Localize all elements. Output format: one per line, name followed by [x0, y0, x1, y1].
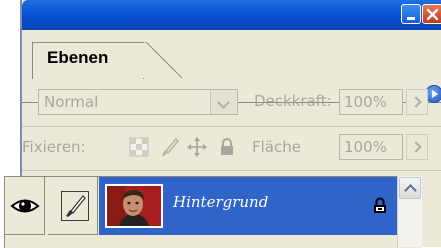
- tab-strip: Ebenen: [22, 30, 441, 103]
- fill-value: 100%: [344, 138, 387, 156]
- opacity-slider-button[interactable]: [406, 89, 428, 115]
- title-bar[interactable]: [22, 0, 441, 30]
- chevron-down-icon[interactable]: [210, 90, 237, 114]
- lock-label: Fixieren:: [22, 138, 86, 156]
- tab-ebenen[interactable]: Ebenen: [32, 42, 144, 79]
- blend-row: Normal Deckkraft: 100%: [22, 80, 441, 120]
- fill-label: Fläche: [252, 138, 301, 156]
- scroll-up-button[interactable]: [399, 177, 421, 199]
- paintbrush-icon: [66, 195, 86, 217]
- divider: [22, 170, 441, 171]
- visibility-toggle[interactable]: [5, 177, 45, 235]
- tab-slant-decoration: [142, 42, 182, 79]
- minimize-button[interactable]: [401, 4, 421, 24]
- blend-mode-value: Normal: [44, 93, 99, 111]
- eye-icon: [10, 199, 40, 213]
- divider: [22, 126, 441, 127]
- fill-slider-button[interactable]: [406, 134, 428, 160]
- layer-list: Hintergrund: [4, 176, 422, 248]
- layer-item-hintergrund[interactable]: Hintergrund: [99, 177, 397, 235]
- brush-icon: [61, 191, 89, 221]
- layer-list-scrollbar[interactable]: [397, 176, 422, 247]
- lock-position-icon[interactable]: [186, 136, 208, 158]
- layer-row[interactable]: Hintergrund: [5, 177, 397, 235]
- layer-link-cell[interactable]: [48, 177, 98, 235]
- tab-ebenen-label: Ebenen: [47, 48, 109, 67]
- opacity-label: Deckkraft:: [254, 92, 332, 110]
- close-button[interactable]: [422, 4, 441, 24]
- close-icon: [426, 8, 439, 21]
- lock-icon: [374, 197, 386, 213]
- layer-name: Hintergrund: [173, 193, 269, 211]
- portrait-thumbnail: [107, 186, 161, 226]
- opacity-value: 100%: [344, 93, 387, 111]
- lock-all-icon[interactable]: [216, 136, 238, 158]
- fill-field[interactable]: 100%: [339, 134, 403, 160]
- layer-thumbnail: [105, 184, 163, 228]
- lock-pixels-icon[interactable]: [158, 136, 180, 158]
- lock-row: Fixieren: Fläche 100%: [22, 128, 441, 166]
- lock-transparency-icon[interactable]: [128, 136, 150, 158]
- opacity-field[interactable]: 100%: [339, 89, 403, 115]
- blend-mode-select[interactable]: Normal: [38, 89, 238, 115]
